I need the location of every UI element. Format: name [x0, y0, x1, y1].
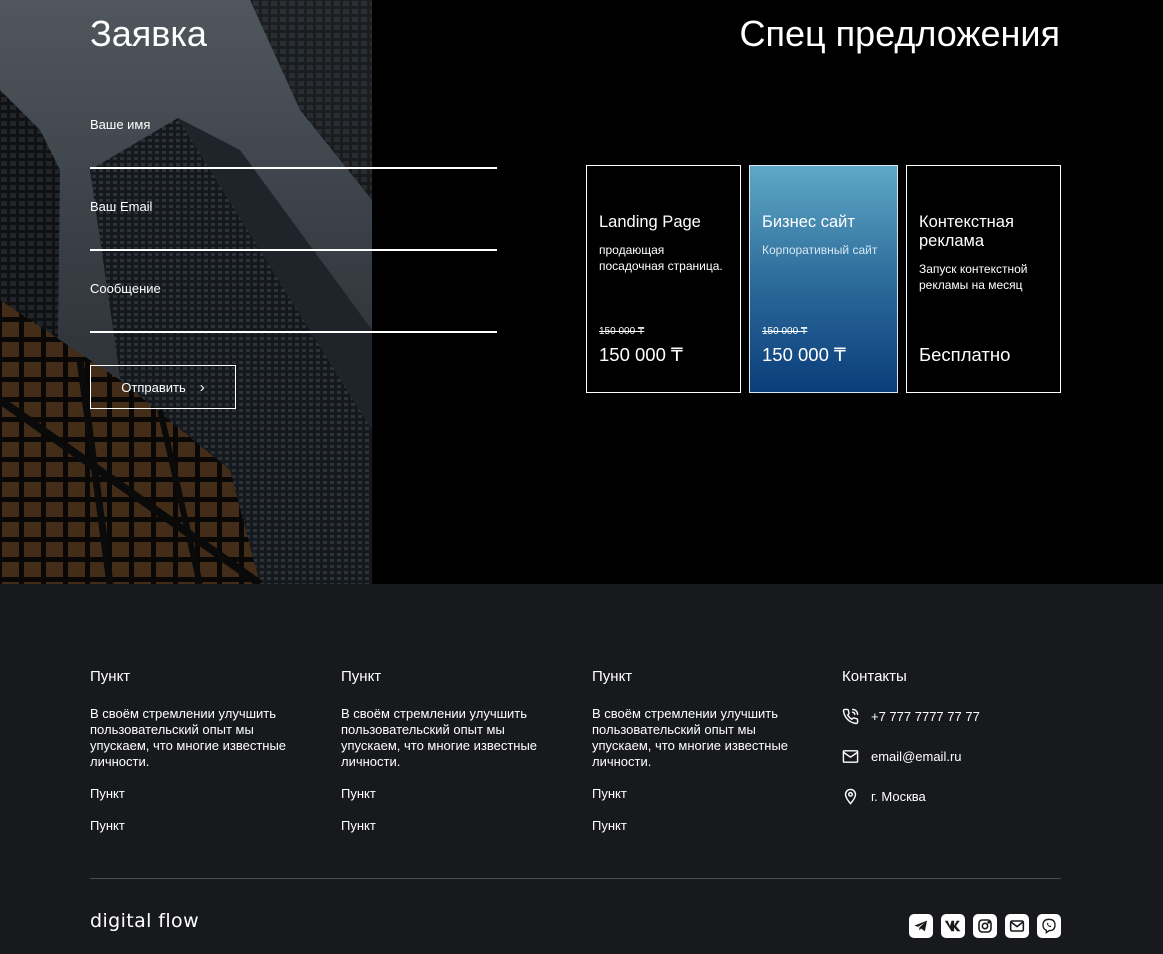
contacts-title: Контакты — [842, 668, 907, 685]
footer-column-title: Пункт — [90, 668, 131, 685]
footer-column-text: В своём стремлении улучшить пользователь… — [90, 706, 287, 769]
footer-column-title: Пункт — [592, 668, 633, 685]
footer-column-title: Пункт — [341, 668, 382, 685]
footer-divider — [90, 878, 1061, 879]
footer-link[interactable]: Пункт — [592, 818, 802, 834]
message-field-label: Сообщение — [90, 281, 161, 296]
offer-card-price: 150 000 ₸ — [762, 344, 846, 365]
offer-card-price: 150 000 ₸ — [599, 344, 683, 365]
message-input[interactable] — [90, 305, 497, 329]
instagram-icon[interactable] — [973, 914, 997, 938]
offer-card-landing[interactable]: Landing Page продающая посадочная страни… — [586, 165, 741, 393]
contact-address: г. Москва — [842, 788, 926, 805]
offer-card-business[interactable]: Бизнес сайт Корпоративный сайт 150 000 ₸… — [749, 165, 898, 393]
footer-column-2: Пункт В своём стремлении улучшить пользо… — [341, 668, 551, 834]
brand-logo[interactable]: digital flow — [90, 910, 199, 932]
footer-link[interactable]: Пункт — [341, 818, 551, 834]
offer-card-price: Бесплатно — [919, 344, 1011, 365]
submit-button-label: Отправить — [121, 379, 186, 395]
offers-title: Спец предложения — [739, 13, 1060, 54]
footer-column-1: Пункт В своём стремлении улучшить пользо… — [90, 668, 300, 834]
telegram-icon[interactable] — [909, 914, 933, 938]
mail-icon[interactable] — [1005, 914, 1029, 938]
form-title: Заявка — [90, 13, 207, 54]
offer-card-context-ads[interactable]: Контекстная реклама Запуск контекстной р… — [906, 165, 1061, 393]
footer-link[interactable]: Пункт — [341, 786, 551, 802]
offer-card-title: Бизнес сайт — [762, 213, 855, 231]
footer-column-3: Пункт В своём стремлении улучшить пользо… — [592, 668, 802, 834]
name-field-label: Ваше имя — [90, 117, 151, 132]
chevron-right-icon: › — [199, 378, 205, 396]
footer-column-text: В своём стремлении улучшить пользователь… — [592, 706, 789, 769]
contact-email-text: email@email.ru — [871, 749, 962, 764]
location-pin-icon — [842, 788, 859, 805]
offer-card-desc: Запуск контекстной рекламы на месяц — [919, 262, 1028, 292]
offer-card-title: Landing Page — [599, 213, 701, 231]
email-input[interactable] — [90, 223, 497, 247]
contact-address-text: г. Москва — [871, 789, 926, 804]
message-field[interactable]: Сообщение — [90, 281, 497, 333]
phone-icon — [842, 708, 859, 725]
request-and-offers-section: Заявка Ваше имя Ваш Email Сообщение Отпр… — [0, 0, 1163, 584]
offer-card-old-price: 150 000 ₸ — [762, 326, 808, 337]
submit-button[interactable]: Отправить › — [90, 365, 236, 409]
mail-icon — [842, 748, 859, 765]
offer-card-title: Контекстная реклама — [919, 213, 1014, 250]
offer-card-desc: продающая посадочная страница. — [599, 243, 723, 273]
footer: Пункт В своём стремлении улучшить пользо… — [0, 584, 1163, 954]
offer-card-old-price: 150 000 ₸ — [599, 326, 645, 337]
contact-phone[interactable]: +7 777 7777 77 77 — [842, 708, 980, 725]
email-field-label: Ваш Email — [90, 199, 153, 214]
contact-phone-text: +7 777 7777 77 77 — [871, 709, 980, 724]
footer-link[interactable]: Пункт — [592, 786, 802, 802]
footer-column-text: В своём стремлении улучшить пользователь… — [341, 706, 538, 769]
contact-email[interactable]: email@email.ru — [842, 748, 962, 765]
footer-link[interactable]: Пункт — [90, 786, 300, 802]
offer-card-desc: Корпоративный сайт — [762, 243, 878, 257]
footer-link[interactable]: Пункт — [90, 818, 300, 834]
footer-contacts-column: Контакты — [842, 668, 1052, 686]
vk-icon[interactable] — [941, 914, 965, 938]
email-field[interactable]: Ваш Email — [90, 199, 497, 251]
viber-icon[interactable] — [1037, 914, 1061, 938]
name-field[interactable]: Ваше имя — [90, 117, 497, 169]
name-input[interactable] — [90, 141, 497, 165]
